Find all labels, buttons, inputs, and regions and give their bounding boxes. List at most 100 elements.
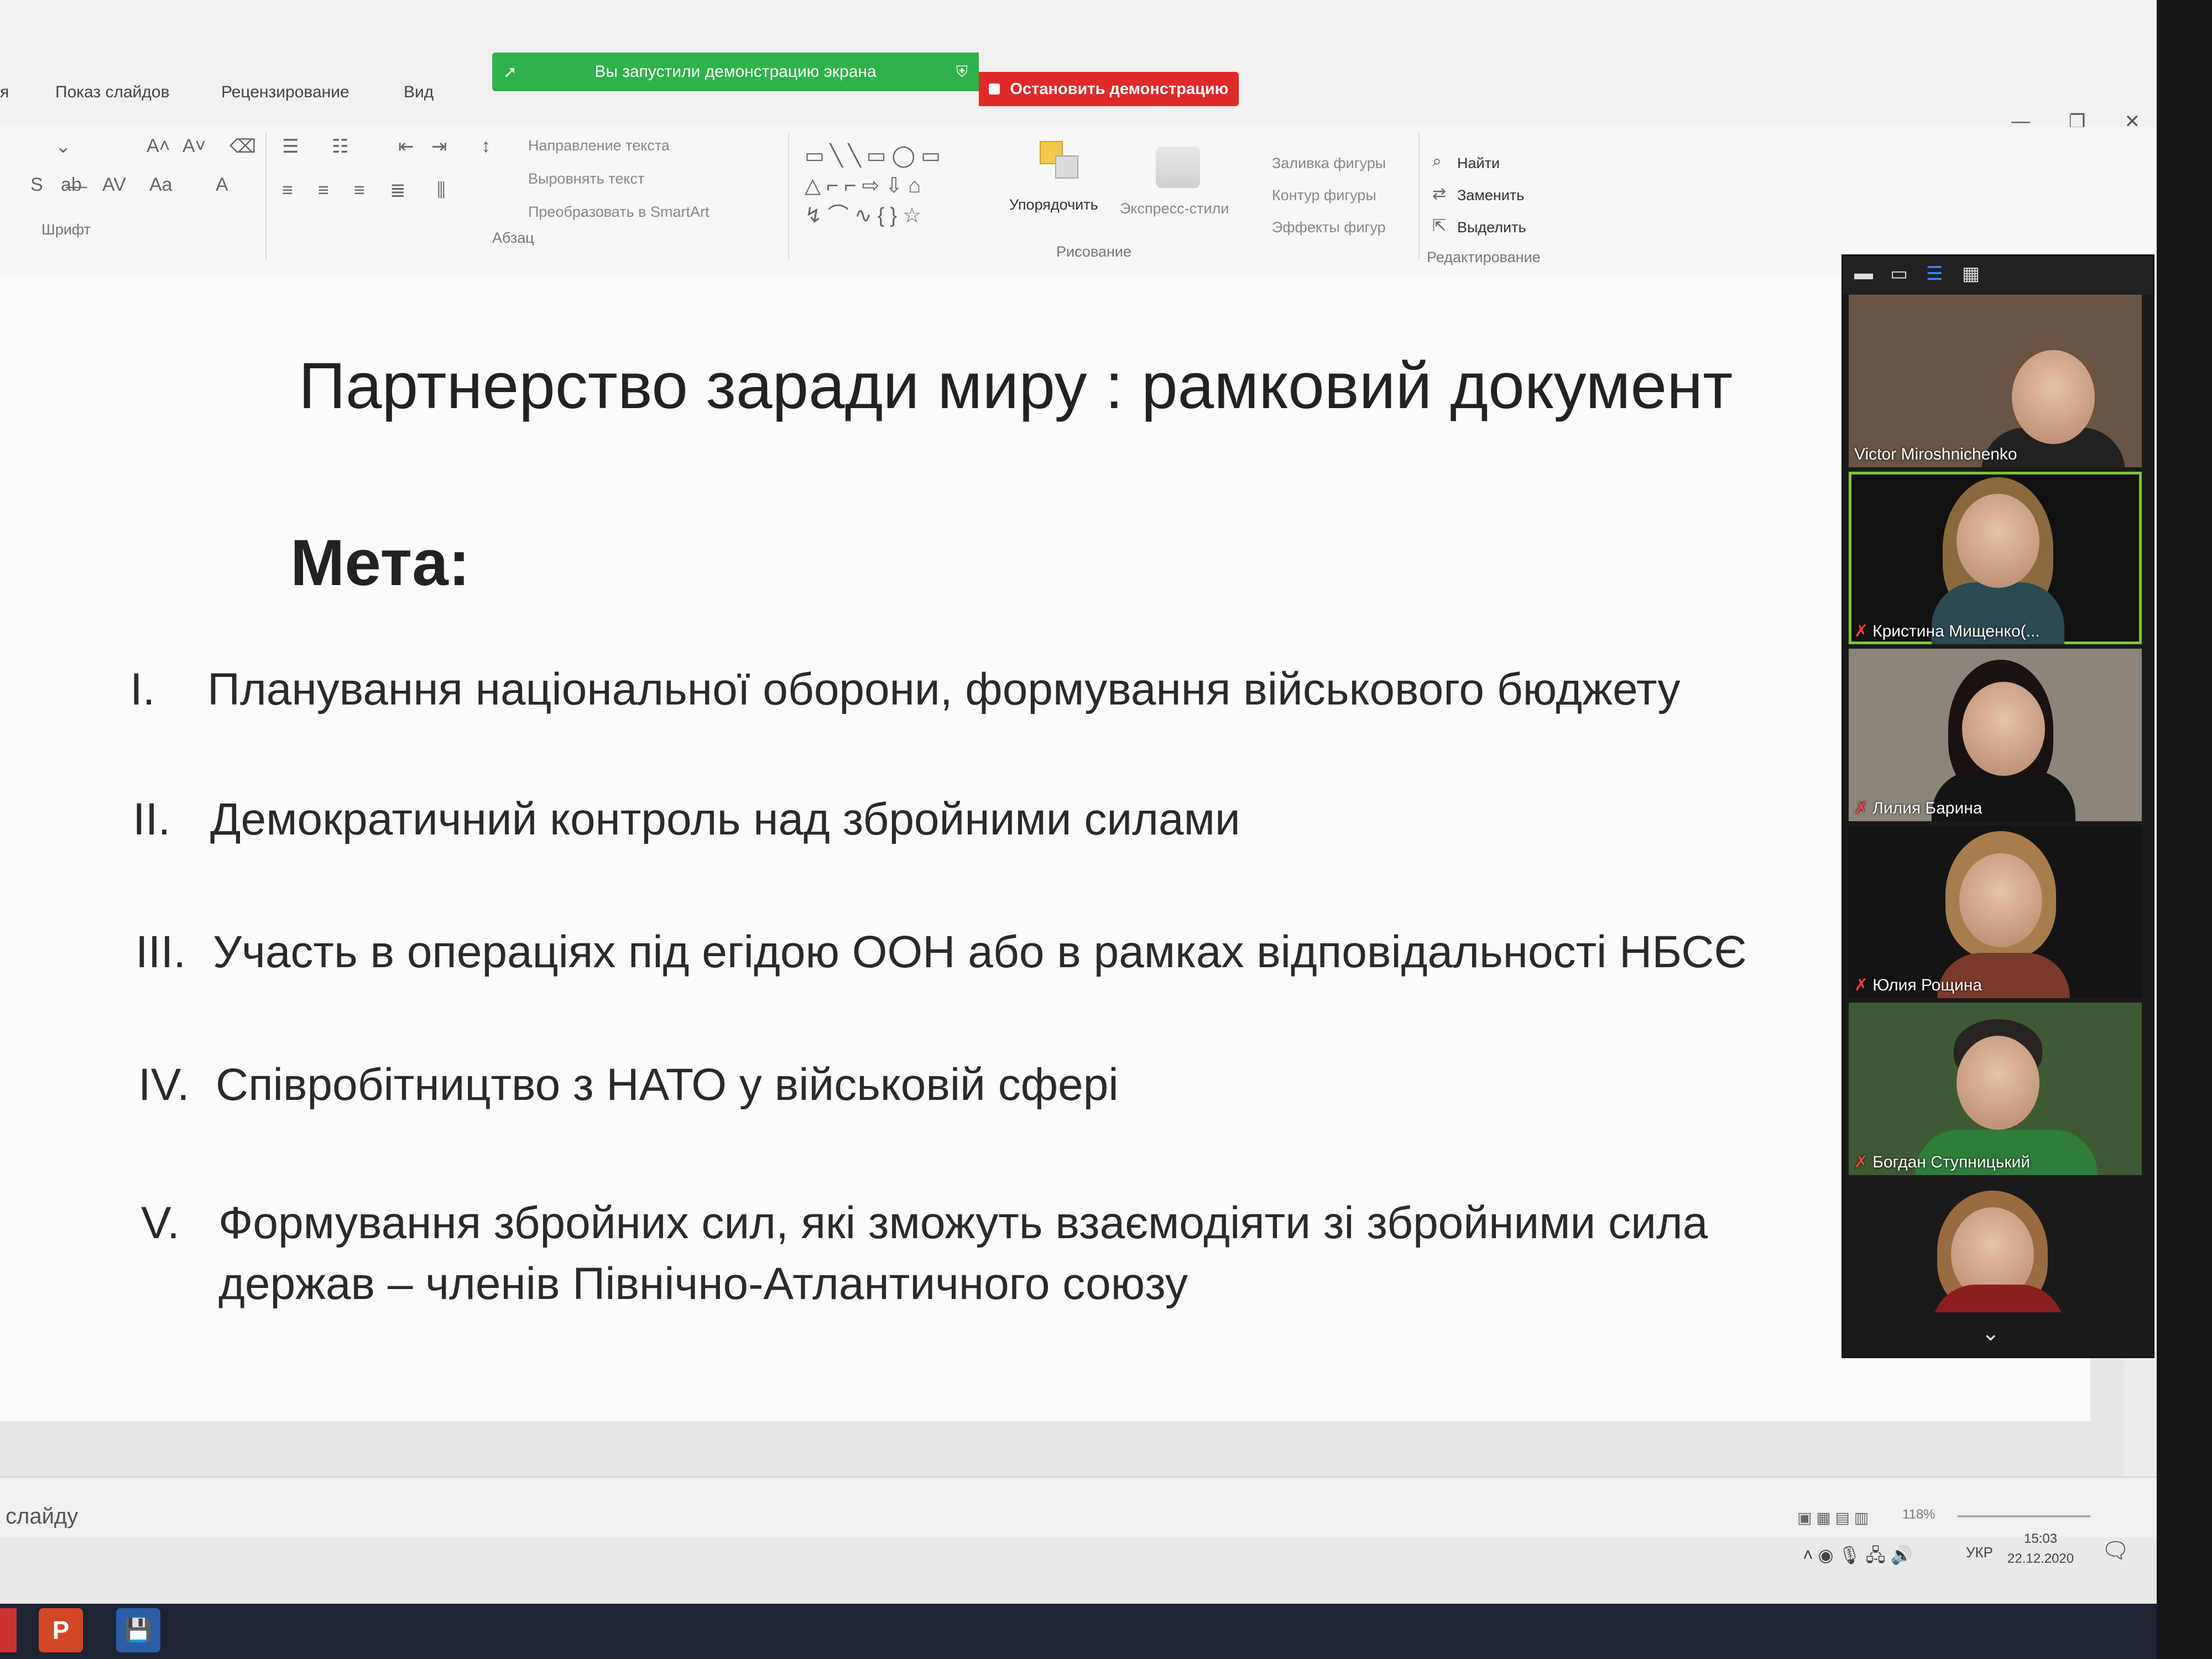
minimize-video-icon[interactable]: ▬ [1854, 263, 1873, 284]
bullets-icon[interactable]: ☰ [282, 135, 299, 158]
ribbon-tab-row: я Показ слайдов Рецензирование Вид ➚ Вы … [0, 0, 2157, 132]
strikethrough-icon[interactable]: a̶b̶ [61, 174, 82, 196]
increase-indent-icon[interactable]: ⇥ [431, 135, 447, 158]
tab-slideshow[interactable]: Показ слайдов [55, 83, 170, 102]
shape-effects-cmd[interactable]: Эффекты фигур [1272, 219, 1386, 236]
muted-mic-icon: ✗ [1854, 976, 1869, 994]
stop-share-label: Остановить демонстрацию [1010, 80, 1229, 98]
video-tile-active-speaker[interactable]: ✗ Кристина Мищенко(... [1849, 472, 2142, 644]
participant-face [1957, 494, 2039, 588]
notes-placeholder: слайду [6, 1504, 79, 1528]
participant-face [1959, 853, 2042, 947]
arrange-button[interactable]: Упорядочить [1009, 196, 1098, 213]
shape-fill-cmd[interactable]: Заливка фигуры [1272, 155, 1386, 172]
stop-share-button[interactable]: Остановить демонстрацию [979, 72, 1239, 106]
share-arrow-icon: ➚ [503, 62, 518, 81]
system-tray: ˄ ◉ 🎙 🖧 🔊 [1803, 1543, 1912, 1573]
muted-mic-icon: ✗ [1854, 1153, 1869, 1171]
slide-title[interactable]: Партнерство заради миру : рамковий докум… [299, 348, 1733, 424]
clock-date: 22.12.2020 [2007, 1551, 2074, 1566]
powerpoint-app-icon[interactable]: P [39, 1608, 83, 1652]
align-right-icon[interactable]: ≡ [354, 180, 365, 201]
list-item-number: III. [135, 927, 186, 977]
single-video-icon[interactable]: ▭ [1890, 263, 1908, 285]
list-item-number: I. [130, 664, 155, 714]
ribbon-separator [788, 133, 789, 260]
font-size-dropdown-icon[interactable]: ⌄ [55, 135, 71, 158]
tab-review[interactable]: Рецензирование [221, 83, 349, 102]
columns-icon[interactable]: ⫼ [437, 180, 446, 201]
taskbar-app-partial[interactable] [0, 1608, 17, 1652]
video-tile[interactable]: Victor Miroshnichenko [1849, 295, 2142, 467]
list-item-text: Співробітництво з НАТО у військовій сфер… [216, 1060, 1119, 1110]
stop-icon [989, 84, 1000, 95]
decrease-indent-icon[interactable]: ⇤ [398, 135, 414, 158]
font-color-icon[interactable]: A [216, 174, 228, 196]
align-left-icon[interactable]: ≡ [282, 180, 293, 201]
arrange-icon[interactable] [1040, 141, 1078, 180]
participant-face [2012, 350, 2095, 444]
microphone-icon[interactable]: 🎙 [1838, 1545, 1861, 1565]
view-buttons[interactable]: ▣ ▦ ▤ ▥ [1797, 1509, 1869, 1527]
tab-partial[interactable]: я [0, 83, 9, 102]
slide-canvas[interactable]: Партнерство заради миру : рамковий докум… [0, 276, 2090, 1421]
list-item-number: IV. [138, 1060, 190, 1110]
find-icon: ⌕ [1432, 152, 1442, 170]
list-item-text-continued: держав – членів Північно-Атлантичного со… [218, 1259, 1188, 1309]
tab-view[interactable]: Вид [404, 83, 434, 102]
speaker-view-icon[interactable]: ☰ [1926, 263, 1943, 285]
video-tile[interactable]: ✗ Богдан Ступницький [1849, 1003, 2142, 1175]
chevron-down-icon[interactable]: ⌄ [1981, 1321, 2000, 1346]
volume-icon[interactable]: 🔊 [1890, 1545, 1912, 1565]
zoom-level[interactable]: 118% [1902, 1507, 1936, 1522]
slide-subtitle[interactable]: Мета: [290, 525, 470, 601]
replace-icon: ⇄ [1432, 185, 1447, 203]
convert-smartart-cmd[interactable]: Преобразовать в SmartArt [528, 204, 709, 221]
gallery-view-icon[interactable]: ▦ [1962, 263, 1980, 285]
replace-cmd[interactable]: Заменить [1457, 187, 1524, 204]
char-spacing-icon[interactable]: AV [102, 174, 126, 196]
find-cmd[interactable]: Найти [1457, 155, 1500, 172]
language-indicator[interactable]: УКР [1966, 1544, 1993, 1561]
participant-name: ✗ Кристина Мищенко(... [1854, 622, 2040, 640]
participant-face [1957, 1036, 2039, 1130]
video-tile[interactable] [1849, 1180, 2142, 1312]
network-icon[interactable]: 🖧 [1866, 1545, 1886, 1565]
save-app-icon[interactable]: 💾 [116, 1608, 160, 1652]
quick-styles-icon[interactable] [1156, 147, 1200, 188]
participant-name: Victor Miroshnichenko [1854, 445, 2017, 463]
zoom-slider[interactable] [1958, 1515, 2090, 1517]
grow-font-icon[interactable]: A˄ [147, 135, 170, 157]
video-gallery-panel: ▬ ▭ ☰ ▦ Victor Miroshnichenko ✗ Кристина … [1841, 254, 2154, 1358]
clear-format-icon[interactable]: ⌫ [229, 135, 256, 158]
chevron-up-icon[interactable]: ˄ [1803, 1545, 1813, 1565]
shape-outline-cmd[interactable]: Контур фигуры [1272, 187, 1376, 204]
justify-icon[interactable]: ≣ [390, 180, 406, 202]
select-cmd[interactable]: Выделить [1457, 219, 1526, 236]
quick-styles-button[interactable]: Экспресс-стили [1120, 200, 1229, 217]
list-item-number: V. [141, 1198, 180, 1248]
line-spacing-icon[interactable]: ↕ [481, 135, 491, 157]
text-direction-cmd[interactable]: Направление текста [528, 137, 670, 154]
change-case-icon[interactable]: Aa [149, 174, 173, 196]
slide-editor-area: Партнерство заради миру : рамковий докум… [0, 276, 2157, 1477]
align-center-icon[interactable]: ≡ [318, 180, 329, 201]
screen-share-banner: ➚ Вы запустили демонстрацию экрана ⛨ [492, 53, 979, 91]
shapes-gallery[interactable]: ▭╲╲▭◯▭ △⌐⌐⇨⇩⌂ ↯⌒∿{}☆ [805, 141, 998, 229]
participant-name: ✗ Юлия Рощина [1854, 976, 1983, 994]
list-item-text: Участь в операціях під егідою ООН або в … [213, 927, 1747, 977]
shadow-icon[interactable]: S [30, 174, 43, 196]
shrink-font-icon[interactable]: A˅ [182, 135, 206, 157]
group-editing-label: Редактирование [1427, 249, 1541, 265]
clock[interactable]: 15:03 22.12.2020 [2007, 1529, 2074, 1569]
align-text-cmd[interactable]: Выровнять текст [528, 170, 644, 187]
participant-name: ✗ Богдан Ступницький [1854, 1153, 2030, 1171]
taskbar [0, 1604, 2157, 1659]
video-tile[interactable]: ✗ Юлия Рощина [1849, 826, 2142, 998]
clock-time: 15:03 [2024, 1531, 2058, 1546]
notes-pane[interactable] [0, 1477, 2157, 1538]
video-tile[interactable]: ✗ Лилия Барина [1849, 649, 2142, 821]
numbering-icon[interactable]: ☷ [332, 135, 348, 158]
notification-icon[interactable]: 🗨 [2101, 1537, 2130, 1563]
camera-icon[interactable]: ◉ [1818, 1545, 1834, 1565]
